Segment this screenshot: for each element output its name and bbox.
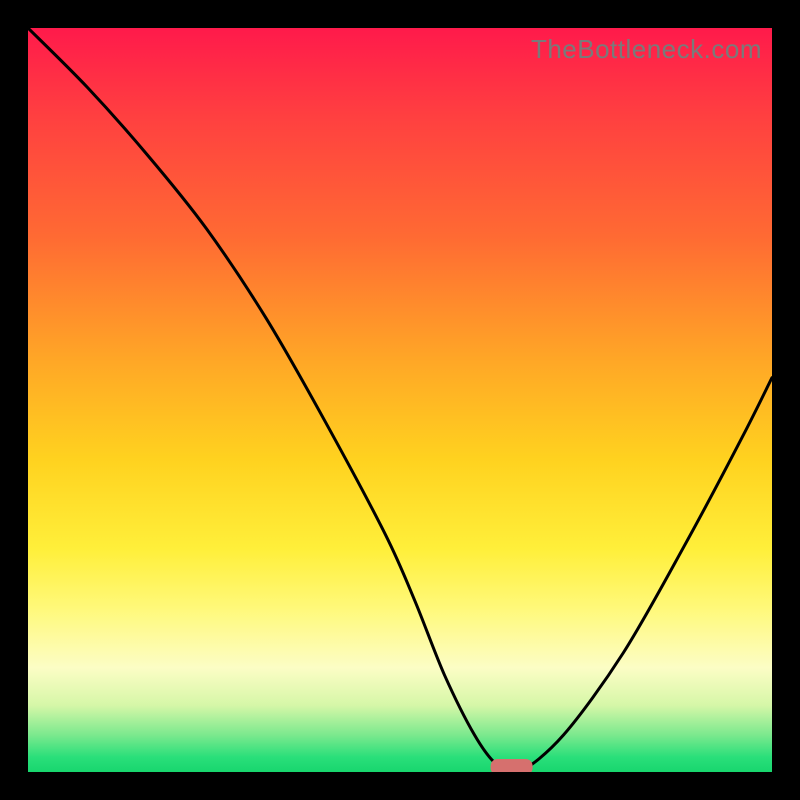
bottleneck-curve <box>28 28 772 772</box>
chart-frame: TheBottleneck.com <box>0 0 800 800</box>
curve-path <box>28 28 772 772</box>
chart-plot-area: TheBottleneck.com <box>28 28 772 772</box>
optimum-marker <box>491 759 533 772</box>
